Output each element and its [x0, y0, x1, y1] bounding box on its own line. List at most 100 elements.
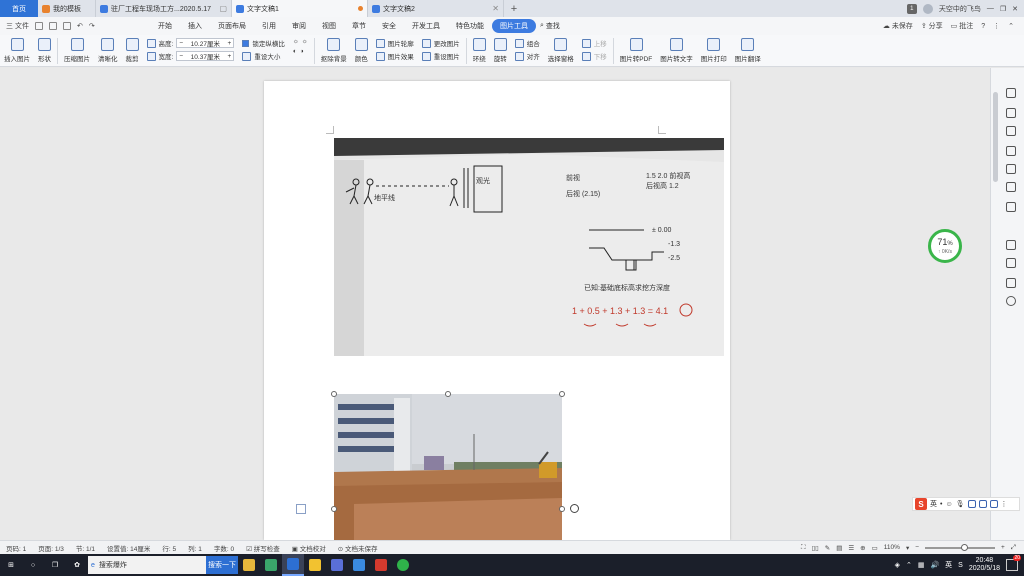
- zoom-slider-knob[interactable]: [961, 543, 968, 551]
- menu-tab-7[interactable]: 安全: [374, 21, 404, 31]
- contrast-buttons[interactable]: ◐ ◑: [293, 48, 308, 55]
- insert-picture-button[interactable]: 插入图片: [0, 38, 34, 63]
- emoji-icon[interactable]: ☺: [945, 501, 952, 508]
- move-down-button[interactable]: 下移: [581, 51, 607, 61]
- close-window-icon[interactable]: ✕: [1012, 5, 1018, 13]
- menu-tab-4[interactable]: 审阅: [284, 21, 314, 31]
- group-button[interactable]: 组合: [514, 38, 540, 48]
- reset-picture-button[interactable]: 重设图片: [421, 51, 460, 61]
- pen-icon[interactable]: [1006, 88, 1016, 98]
- undo-icon[interactable]: ↶: [77, 22, 83, 30]
- adjust-icon[interactable]: [1006, 202, 1016, 212]
- taskbar-app-photos[interactable]: [326, 554, 348, 576]
- eye-care-icon[interactable]: ▭: [872, 544, 878, 552]
- taskbar-app-blue[interactable]: [348, 554, 370, 576]
- zoom-slider[interactable]: [925, 543, 995, 551]
- restore-icon[interactable]: ❐: [1000, 5, 1006, 13]
- new-tab-button[interactable]: +: [504, 0, 524, 17]
- resize-handle-top-middle[interactable]: [445, 391, 451, 397]
- menu-tab-1[interactable]: 插入: [180, 21, 210, 31]
- read-mode-icon[interactable]: ▯▯: [812, 544, 819, 552]
- minimize-icon[interactable]: —: [987, 5, 994, 12]
- clarity-button[interactable]: 清晰化: [94, 38, 122, 63]
- toolbox-icon[interactable]: [989, 500, 998, 508]
- document-canvas[interactable]: 地平线 观光 前视 后视 (2.15) 1.5 2.0 前视高 后视高 1.2 …: [0, 68, 990, 540]
- rotate-button[interactable]: 旋转: [490, 38, 511, 63]
- contrast-up-icon[interactable]: ◐: [293, 48, 297, 55]
- mic-icon[interactable]: 🎙: [956, 500, 965, 508]
- word-count[interactable]: 字数: 0: [208, 543, 240, 553]
- taskbar-app-wechat[interactable]: [392, 554, 414, 576]
- task-view-icon[interactable]: ❐: [44, 554, 66, 576]
- taskbar-search-input[interactable]: e 搜索爆炸: [88, 556, 206, 574]
- windows-start-icon[interactable]: ⊞: [0, 554, 22, 576]
- select-icon[interactable]: [1006, 108, 1016, 118]
- chart-icon[interactable]: [1006, 182, 1016, 192]
- translate-picture-button[interactable]: 图片翻译: [731, 38, 765, 63]
- pinwheel-icon[interactable]: ✿: [66, 554, 88, 576]
- share-button[interactable]: ⇪ 分享: [921, 21, 943, 31]
- taskbar-app-explorer[interactable]: [238, 554, 260, 576]
- taskbar-app-wps-writer[interactable]: [282, 554, 304, 576]
- help-icon[interactable]: [1006, 296, 1016, 306]
- height-input[interactable]: −10.27厘米 +: [176, 38, 235, 48]
- search-command[interactable]: ⌕ 查找: [540, 21, 560, 31]
- cutout-button[interactable]: 抠除背景: [317, 38, 351, 63]
- skin-icon[interactable]: [978, 500, 987, 508]
- fullscreen-icon[interactable]: ⛶: [801, 544, 806, 552]
- tab-doc-project[interactable]: 驻厂工程车现场工方...2020.5.17 ▢: [96, 0, 232, 17]
- zoom-menu-icon[interactable]: ▾: [906, 544, 909, 552]
- notification-icon[interactable]: 20: [1006, 555, 1021, 571]
- more-icon[interactable]: ⋮: [993, 22, 1000, 30]
- collapse-icon[interactable]: ⌃: [1008, 22, 1014, 30]
- user-name[interactable]: 天空中的飞鸟: [939, 4, 981, 14]
- resize-handle-middle-left[interactable]: [331, 506, 337, 512]
- vertical-scrollbar[interactable]: [993, 92, 998, 182]
- resize-handle-middle-right[interactable]: [559, 506, 565, 512]
- zoom-out-icon[interactable]: −: [915, 544, 919, 551]
- wrap-button[interactable]: 环绕: [469, 38, 490, 63]
- minus-icon[interactable]: −: [179, 53, 183, 60]
- contrast-down-icon[interactable]: ◑: [300, 48, 304, 55]
- menu-tab-3[interactable]: 引用: [254, 21, 284, 31]
- move-up-button[interactable]: 上移: [581, 38, 607, 48]
- taskbar-search-button[interactable]: 搜索一下: [206, 556, 238, 574]
- menu-tab-8[interactable]: 开发工具: [404, 21, 448, 31]
- taskbar-app-star[interactable]: [304, 554, 326, 576]
- select-pane-button[interactable]: 选择窗格: [544, 38, 578, 63]
- help-icon[interactable]: ?: [981, 23, 985, 30]
- tray-s-icon[interactable]: S: [958, 562, 963, 569]
- count-badge[interactable]: 1: [906, 3, 917, 14]
- ime-mode[interactable]: 英: [930, 499, 937, 509]
- tab-doc2[interactable]: 文字文稿2 ✕: [368, 0, 504, 17]
- cortana-icon[interactable]: ○: [22, 554, 44, 576]
- construction-photo[interactable]: [334, 394, 562, 540]
- spell-check[interactable]: ☑ 拼写检查: [240, 543, 286, 553]
- width-input[interactable]: −10.37厘米 +: [176, 51, 235, 61]
- lock-ratio-checkbox[interactable]: 锁定纵横比: [242, 38, 285, 48]
- zoom-in-icon[interactable]: +: [1001, 544, 1005, 551]
- crop-button[interactable]: 裁剪: [122, 38, 143, 63]
- taskbar-app-red[interactable]: [370, 554, 392, 576]
- zoom-level[interactable]: 110%: [884, 544, 900, 551]
- sketch-photo[interactable]: 地平线 观光 前视 后视 (2.15) 1.5 2.0 前视高 后视高 1.2 …: [334, 138, 724, 356]
- tray-chevron-icon[interactable]: ⌃: [906, 561, 912, 569]
- close-icon[interactable]: ✕: [492, 4, 499, 13]
- shape-icon[interactable]: [1006, 126, 1016, 136]
- menu-tab-6[interactable]: 章节: [344, 21, 374, 31]
- compress-button[interactable]: 压缩图片: [60, 38, 94, 63]
- brightness-up-icon[interactable]: ☼: [293, 38, 299, 45]
- punctuation-icon[interactable]: •: [940, 501, 942, 508]
- fit-page-icon[interactable]: ⤢: [1011, 544, 1016, 552]
- web-view-icon[interactable]: ⊕: [860, 544, 865, 552]
- picture-effect-button[interactable]: 图片效果: [375, 51, 414, 61]
- more-icon[interactable]: ⋮: [1001, 500, 1008, 508]
- taskbar-app-maps[interactable]: [260, 554, 282, 576]
- outline-view-icon[interactable]: ☰: [848, 544, 854, 552]
- minus-icon[interactable]: −: [179, 40, 183, 47]
- page-view-icon[interactable]: ▤: [836, 544, 842, 552]
- clock[interactable]: 20:48 2020/5/18: [969, 557, 1000, 573]
- resize-handle-top-right[interactable]: [559, 391, 565, 397]
- menu-tab-5[interactable]: 视图: [314, 21, 344, 31]
- tab-doc1[interactable]: 文字文稿1: [232, 0, 368, 17]
